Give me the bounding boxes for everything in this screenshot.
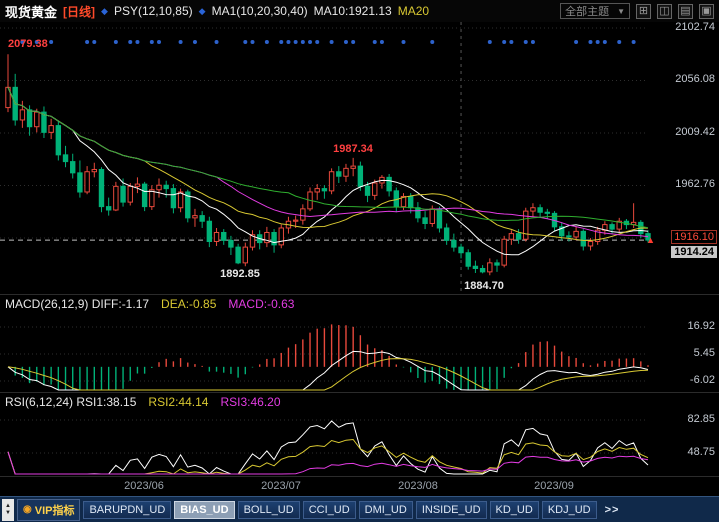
- macd-axis-label: 16.92: [687, 320, 715, 332]
- price-axis-label: 2102.74: [675, 21, 715, 33]
- macd-diff-label: MACD(26,12,9) DIFF:-1.17: [5, 297, 149, 311]
- tab-more-button[interactable]: >>: [600, 502, 625, 518]
- theme-dropdown-label: 全部主题: [565, 3, 609, 19]
- layout-rows-icon[interactable]: ▤: [678, 4, 693, 19]
- period-label: [日线]: [63, 3, 95, 20]
- rsi-panel: 82.85 48.75: [0, 410, 719, 476]
- spinner-down-icon: ▼: [5, 510, 11, 517]
- main-candlestick-panel: 2102.74 2056.08 2009.42 1962.76 1916.10 …: [0, 22, 719, 294]
- price-level-tag: 1916.10: [671, 230, 717, 244]
- swing-high-annotation: 1987.34: [321, 143, 385, 155]
- psy-indicator-icon: ◆: [101, 6, 108, 17]
- rsi3-label: RSI3:46.20: [220, 395, 280, 409]
- vip-indicator-button[interactable]: ◉ VIP指标: [17, 499, 80, 521]
- macd-axis-label: -6.02: [690, 374, 715, 386]
- tab-kd-ud[interactable]: KD_UD: [490, 501, 539, 519]
- main-chart-canvas[interactable]: [0, 22, 719, 294]
- price-axis-label: 2009.42: [675, 126, 715, 138]
- rsi-chart-canvas[interactable]: [0, 410, 719, 476]
- layout-grid-icon[interactable]: ⊞: [636, 4, 651, 19]
- macd-value-label: MACD:-0.63: [228, 297, 294, 311]
- tab-kdj-ud[interactable]: KDJ_UD: [542, 501, 597, 519]
- macd-label-row: MACD(26,12,9) DIFF:-1.17 DEA:-0.85 MACD:…: [0, 294, 719, 312]
- chart-header: 现货黄金 [日线] ◆ PSY(12,10,85) ◆ MA1(10,20,30…: [0, 0, 719, 22]
- tab-boll-ud[interactable]: BOLL_UD: [238, 501, 300, 519]
- vip-badge-icon: ◉: [23, 504, 32, 515]
- tab-inside-ud[interactable]: INSIDE_UD: [416, 501, 487, 519]
- theme-dropdown[interactable]: 全部主题 ▼: [560, 3, 630, 19]
- x-axis-label: 2023/06: [114, 480, 174, 492]
- psy-params-label: PSY(12,10,85): [114, 4, 193, 18]
- rsi2-label: RSI2:44.14: [148, 395, 208, 409]
- current-price-tag: 1914.24: [671, 246, 717, 258]
- x-axis-label: 2023/09: [524, 480, 584, 492]
- ma-indicator-icon: ◆: [199, 6, 206, 17]
- price-axis-label: 1962.76: [675, 178, 715, 190]
- macd-chart-canvas[interactable]: [0, 312, 719, 392]
- rsi1-label: RSI(6,12,24) RSI1:38.15: [5, 395, 136, 409]
- macd-panel: 16.92 5.45 -6.02: [0, 312, 719, 392]
- date-axis: 2023/06 2023/07 2023/08 2023/09: [0, 476, 719, 496]
- layout-full-icon[interactable]: ▣: [699, 4, 714, 19]
- price-axis-label: 2056.08: [675, 73, 715, 85]
- ma10-value-label: MA10:1921.13: [314, 4, 392, 18]
- price-arrow-icon: ▲: [646, 235, 655, 245]
- tab-barupdn-ud[interactable]: BARUPDN_UD: [83, 501, 171, 519]
- tab-bias-ud[interactable]: BIAS_UD: [174, 501, 234, 519]
- x-axis-label: 2023/08: [388, 480, 448, 492]
- tab-cci-ud[interactable]: CCI_UD: [303, 501, 356, 519]
- spinner-up-icon: ▲: [5, 503, 11, 510]
- tab-dmi-ud[interactable]: DMI_UD: [359, 501, 413, 519]
- ma20-label: MA20: [398, 4, 429, 18]
- layout-split-icon[interactable]: ◫: [657, 4, 672, 19]
- macd-dea-label: DEA:-0.85: [161, 297, 216, 311]
- indicator-tab-bar: ▲ ▼ ◉ VIP指标 BARUPDN_UD BIAS_UD BOLL_UD C…: [0, 496, 719, 522]
- swing-low-annotation: 1892.85: [208, 268, 272, 280]
- high-annotation: 2079.38: [0, 38, 66, 50]
- rsi-label-row: RSI(6,12,24) RSI1:38.15 RSI2:44.14 RSI3:…: [0, 392, 719, 410]
- tab-scroll-spinner[interactable]: ▲ ▼: [2, 499, 14, 521]
- ma-group-label: MA1(10,20,30,40): [212, 4, 308, 18]
- chevron-down-icon: ▼: [617, 7, 625, 16]
- macd-axis-label: 5.45: [694, 347, 715, 359]
- x-axis-label: 2023/07: [251, 480, 311, 492]
- rsi-axis-label: 48.75: [687, 446, 715, 458]
- vip-button-label: VIP指标: [35, 502, 75, 518]
- trading-app-window: 现货黄金 [日线] ◆ PSY(12,10,85) ◆ MA1(10,20,30…: [0, 0, 719, 522]
- rsi-axis-label: 82.85: [687, 413, 715, 425]
- symbol-name: 现货黄金: [5, 2, 57, 21]
- low-annotation: 1884.70: [452, 280, 516, 292]
